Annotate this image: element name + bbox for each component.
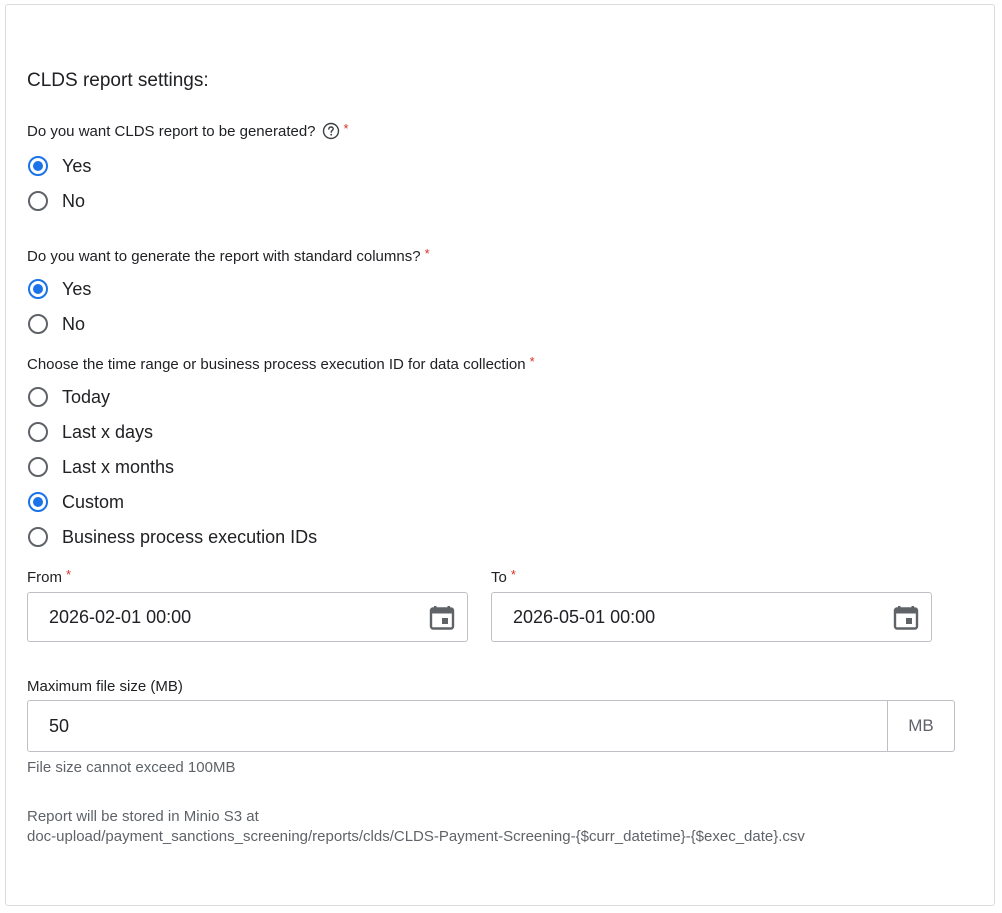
radio-checked-icon[interactable] bbox=[28, 279, 48, 299]
required-marker: * bbox=[424, 246, 430, 261]
to-date-value: 2026-05-01 00:00 bbox=[513, 606, 656, 627]
q1-label-row: Do you want CLDS report to be generated?… bbox=[27, 120, 349, 140]
radio-unchecked-icon[interactable] bbox=[28, 457, 48, 477]
radio-checked-icon[interactable] bbox=[28, 492, 48, 512]
q1-label: Do you want CLDS report to be generated? bbox=[27, 122, 316, 140]
q1-option-no[interactable]: No bbox=[28, 186, 91, 216]
q3-option-last-x-months[interactable]: Last x months bbox=[28, 452, 317, 482]
q3-option-label: Today bbox=[62, 386, 111, 407]
q1-option-yes[interactable]: Yes bbox=[28, 151, 91, 181]
max-size-input-group: 50 MB bbox=[27, 700, 955, 752]
storage-path: doc-upload/payment_sanctions_screening/r… bbox=[27, 828, 805, 845]
q3-radio-group: Today Last x days Last x months Custom B… bbox=[28, 382, 317, 552]
q3-option-bp-execution-ids[interactable]: Business process execution IDs bbox=[28, 522, 317, 552]
storage-note-line1: Report will be stored in Minio S3 at bbox=[27, 808, 259, 825]
to-label-row: To * bbox=[491, 567, 516, 586]
to-date-input[interactable]: 2026-05-01 00:00 bbox=[491, 592, 932, 642]
required-marker: * bbox=[510, 567, 516, 582]
q3-option-label: Last x days bbox=[62, 421, 154, 442]
q3-option-label: Business process execution IDs bbox=[62, 526, 318, 547]
q2-option-label: No bbox=[62, 313, 86, 334]
q3-option-custom[interactable]: Custom bbox=[28, 487, 317, 517]
radio-unchecked-icon[interactable] bbox=[28, 314, 48, 334]
from-date-input[interactable]: 2026-02-01 00:00 bbox=[27, 592, 468, 642]
to-label: To bbox=[491, 569, 507, 586]
required-marker: * bbox=[529, 354, 535, 369]
calendar-icon[interactable] bbox=[893, 603, 919, 631]
q2-option-label: Yes bbox=[62, 278, 92, 299]
q1-option-label: No bbox=[62, 190, 86, 211]
max-size-hint: File size cannot exceed 100MB bbox=[27, 759, 236, 776]
from-label-row: From * bbox=[27, 567, 72, 586]
q3-option-last-x-days[interactable]: Last x days bbox=[28, 417, 317, 447]
radio-unchecked-icon[interactable] bbox=[28, 527, 48, 547]
radio-checked-icon[interactable] bbox=[28, 156, 48, 176]
radio-unchecked-icon[interactable] bbox=[28, 191, 48, 211]
q3-option-today[interactable]: Today bbox=[28, 382, 317, 412]
required-marker: * bbox=[66, 567, 72, 582]
radio-unchecked-icon[interactable] bbox=[28, 422, 48, 442]
q3-option-label: Custom bbox=[62, 491, 125, 512]
max-size-label: Maximum file size (MB) bbox=[27, 678, 183, 695]
q1-radio-group: Yes No bbox=[28, 151, 91, 216]
from-date-value: 2026-02-01 00:00 bbox=[49, 606, 192, 627]
q3-label-row: Choose the time range or business proces… bbox=[27, 354, 535, 373]
q1-option-label: Yes bbox=[62, 155, 92, 176]
help-icon[interactable] bbox=[322, 122, 340, 140]
q2-label: Do you want to generate the report with … bbox=[27, 248, 421, 265]
settings-card: CLDS report settings: Do you want CLDS r… bbox=[5, 4, 995, 906]
q3-label: Choose the time range or business proces… bbox=[27, 356, 526, 373]
storage-note: Report will be stored in Minio S3 at doc… bbox=[27, 807, 805, 847]
q2-radio-group: Yes No bbox=[28, 274, 91, 339]
radio-unchecked-icon[interactable] bbox=[28, 387, 48, 407]
q3-option-label: Last x months bbox=[62, 456, 175, 477]
from-label: From bbox=[27, 569, 62, 586]
max-size-input[interactable]: 50 bbox=[28, 701, 887, 751]
section-title: CLDS report settings: bbox=[27, 70, 209, 91]
required-marker: * bbox=[343, 120, 349, 136]
q2-option-no[interactable]: No bbox=[28, 309, 91, 339]
calendar-icon[interactable] bbox=[429, 603, 455, 631]
q2-label-row: Do you want to generate the report with … bbox=[27, 246, 430, 265]
max-size-unit: MB bbox=[887, 701, 954, 751]
q2-option-yes[interactable]: Yes bbox=[28, 274, 91, 304]
